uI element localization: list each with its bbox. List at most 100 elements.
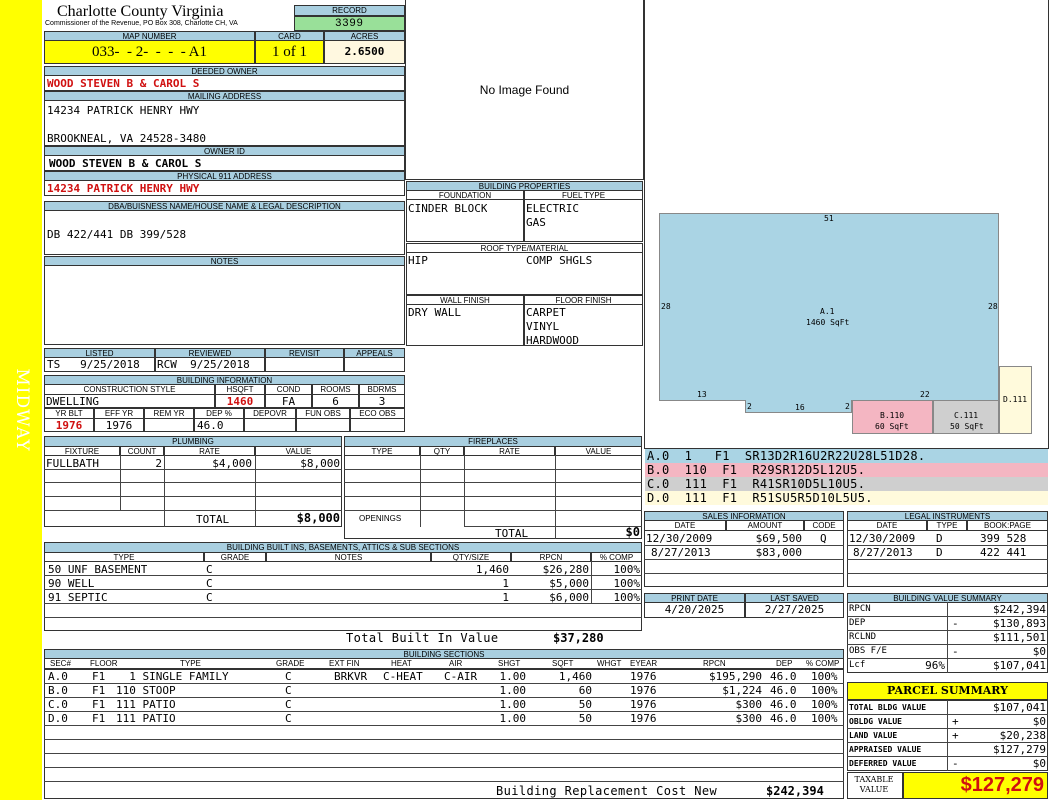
section-row-grade: C [285, 684, 292, 697]
taxable-label: TAXABLE VALUE [854, 775, 894, 794]
plumbing-count: 2 [155, 457, 162, 470]
builtin-row-type: 91 SEPTIC [48, 591, 108, 604]
fireplace-total-label: TOTAL [495, 527, 529, 540]
sale-row-date: 8/27/2013 [651, 546, 711, 559]
sale-row-amount: $69,500 [755, 532, 802, 545]
reviewed-value: RCW 9/25/2018 [155, 357, 265, 372]
whgt-header: WHGT [597, 659, 622, 668]
eco-obs-value [350, 418, 405, 432]
section-row-sqft: 50 [578, 698, 592, 711]
dep-pct-value: 46.0 [194, 418, 244, 432]
mailing-line-1: 14234 PATRICK HENRY HWY [47, 104, 200, 117]
parcel-value: $20,238 [999, 729, 1046, 742]
no-image-text: No Image Found [479, 83, 570, 97]
section-row-sec: A.0 [48, 670, 68, 683]
builtin-row-type: 50 UNF BASEMENT [48, 563, 148, 576]
parcel-summary-label: PARCEL SUMMARY [847, 682, 1048, 700]
plumbing-rate: $4,000 [212, 457, 252, 470]
parcel-value: $107,041 [993, 701, 1046, 714]
legal-row-type: D [936, 546, 943, 559]
sections-total: $242,394 [766, 785, 824, 798]
section-row-type: 111 PATIO [116, 712, 176, 725]
builtin-row-rpcn: $26,280 [542, 563, 589, 576]
builtin-row-rpcn: $6,000 [549, 591, 589, 604]
hsqft-value: 1460 [215, 394, 265, 408]
section-row-grade: C [285, 712, 292, 725]
section-row-type: 110 STOOP [116, 684, 176, 697]
plumbing-value: $8,000 [300, 457, 340, 470]
section-row-dep: 46.0 [770, 712, 797, 725]
section-row-grade: C [285, 670, 292, 683]
revisit-value [265, 357, 344, 372]
dba-value: DB 422/441 DB 399/528 [47, 228, 187, 241]
parcel-key: DEFERRED VALUE [849, 759, 917, 768]
section-row-shgt: 1.00 [499, 670, 527, 683]
section-row-floor: F1 [92, 684, 106, 697]
section-row-eyear: 1976 [630, 712, 657, 725]
sketch-dim-22: 22 [920, 390, 930, 399]
record-value: 3399 [294, 16, 405, 31]
bdrms-value: 3 [359, 394, 405, 408]
section-row-sqft: 1,460 [558, 670, 592, 683]
sqft-header: SQFT [552, 659, 574, 668]
section-row-type: 111 PATIO [116, 698, 176, 711]
summary-value: $130,893 [993, 617, 1046, 630]
section-row-sec: C.0 [48, 698, 68, 711]
summary-key: DEP [849, 618, 866, 628]
sketch-dim-2b: 2 [845, 402, 850, 411]
yr-blt-value: 1976 [44, 418, 94, 432]
section-row-air: C-AIR [444, 670, 478, 683]
notes-box [44, 265, 405, 345]
construction-style-value: DWELLING [44, 394, 215, 408]
sketch-a-area: 1460 SqFt [806, 318, 850, 327]
floor-finish-value-3: HARDWOOD [526, 334, 579, 347]
section-row-rpcn: $300 [735, 698, 763, 711]
builtin-row-comp: 100% [613, 577, 641, 590]
acres-value: 2.6500 [324, 40, 405, 64]
floor-finish-value-2: VINYL [526, 320, 560, 333]
foundation-value: CINDER BLOCK [408, 202, 488, 215]
air-header: AIR [449, 659, 463, 668]
owner-id-value: WOOD STEVEN B & CAROL S [44, 155, 405, 171]
sec-header: SEC# [50, 659, 71, 668]
sale-row-date: 12/30/2009 [646, 532, 713, 545]
fun-obs-value [296, 418, 350, 432]
vector-row-a: A.0 1 F1 SR13D2R16U2R22U28L51D28. [645, 449, 1048, 463]
builtins-total-label: Total Built In Value [346, 632, 499, 645]
section-row-eyear: 1976 [630, 670, 657, 683]
fireplace-total: $0 [625, 526, 640, 539]
summary-value: $111,501 [993, 631, 1046, 644]
parcel-key: LAND VALUE [849, 731, 898, 740]
cond-value: FA [265, 394, 312, 408]
summary-value: $107,041 [993, 659, 1046, 672]
last-saved-value: 2/27/2025 [745, 602, 844, 618]
taxable-value: $127,279 [903, 772, 1048, 799]
sketch-dim-top: 51 [824, 214, 834, 223]
builtin-row-type: 90 WELL [48, 577, 95, 590]
deeded-owner-value: WOOD STEVEN B & CAROL S [44, 75, 405, 91]
parcel-key: TOTAL BLDG VALUE [849, 703, 927, 712]
section-row-sqft: 60 [578, 684, 592, 697]
vector-row-c: C.0 111 F1 R41SR10D5L10U5. [645, 477, 1048, 491]
parcel-key: APPRAISED VALUE [849, 745, 922, 754]
section-row-sqft: 50 [578, 712, 592, 725]
section-row-shgt: 1.00 [499, 698, 527, 711]
eff-yr-value: 1976 [94, 418, 144, 432]
section-row-rpcn: $300 [735, 712, 763, 725]
section-row-extfin: BRKVR [334, 670, 368, 683]
vector-row-d: D.0 111 F1 R51SU5R5D10L5U5. [645, 491, 1048, 505]
listed-value: TS 9/25/2018 [44, 357, 155, 372]
legal-row-book: 399 528 [980, 532, 1027, 545]
map-number-value: 033- - 2- - - - A1 [44, 40, 255, 64]
sketch-dim-13: 13 [697, 390, 707, 399]
card-value: 1 of 1 [255, 40, 324, 64]
section-row-dep: 46.0 [770, 698, 797, 711]
rem-yr-value [144, 418, 194, 432]
sketch-dim-2a: 2 [747, 402, 752, 411]
section-row-dep: 46.0 [770, 670, 797, 683]
sketch-b-label: B.110 [880, 411, 905, 420]
county-title: Charlotte County Virginia [57, 3, 224, 20]
sketch-b-area: 60 SqFt [875, 422, 909, 431]
builtin-row-grade: C [206, 577, 213, 590]
sidebar-label: MIDWAY [12, 368, 32, 452]
